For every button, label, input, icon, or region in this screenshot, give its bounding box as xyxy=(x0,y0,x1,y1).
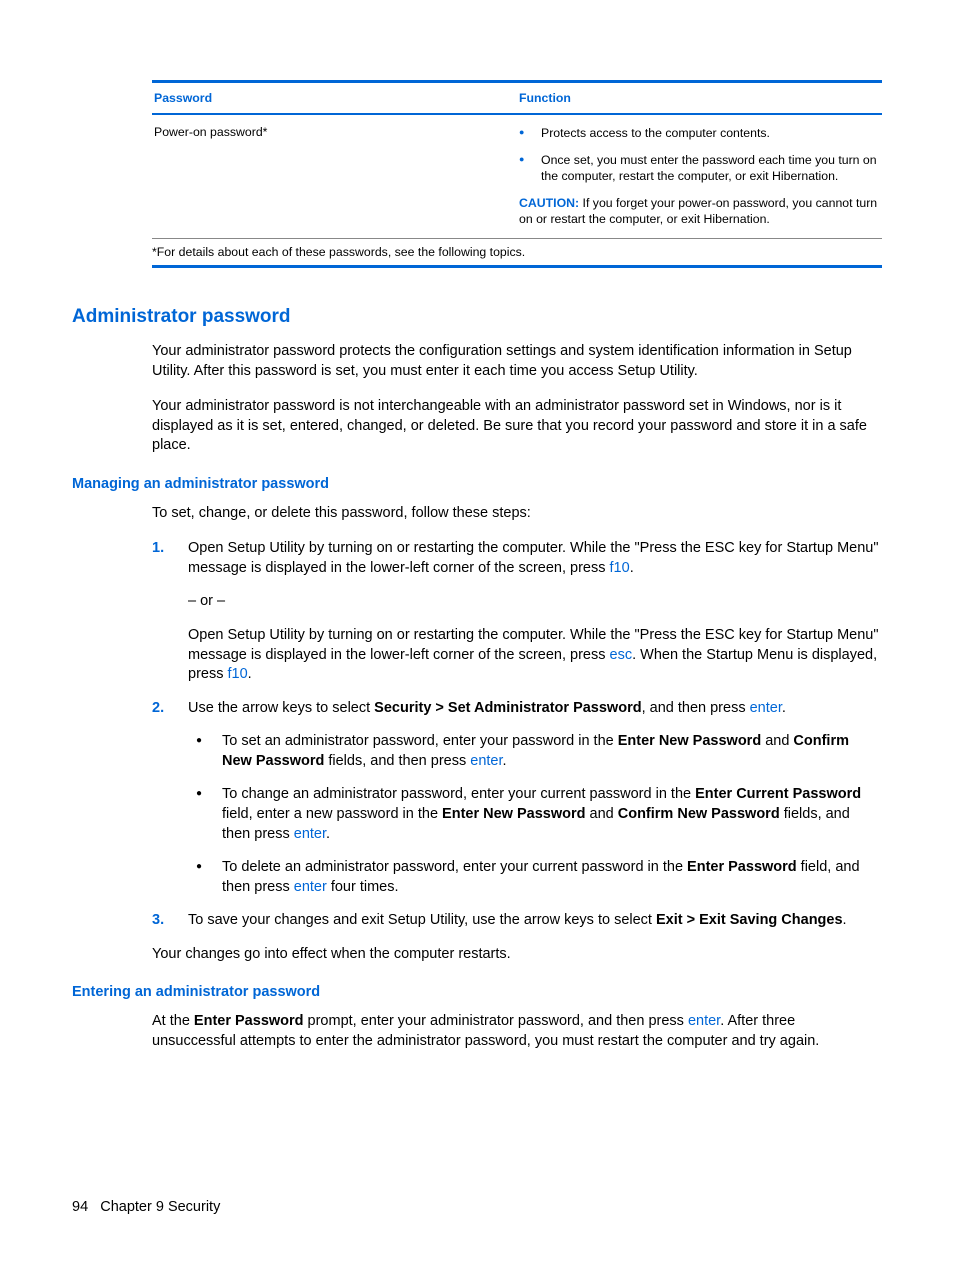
td-password-name: Power-on password* xyxy=(152,114,517,238)
menu-path: Exit > Exit Saving Changes xyxy=(656,912,843,928)
step-number: 1. xyxy=(152,539,164,559)
caution-box: CAUTION: If you forget your power-on pas… xyxy=(519,195,880,228)
step-number: 3. xyxy=(152,911,164,931)
key-enter: enter xyxy=(750,700,782,716)
td-function: Protects access to the computer contents… xyxy=(517,114,882,238)
page-footer: 94 Chapter 9 Security xyxy=(72,1199,220,1215)
subsection-heading: Managing an administrator password xyxy=(72,476,882,492)
page-number: 94 xyxy=(72,1199,88,1215)
key-f10: f10 xyxy=(228,666,248,682)
key-esc: esc xyxy=(610,647,633,663)
document-page: Password Function Power-on password* Pro… xyxy=(0,0,954,1270)
subsection-heading: Entering an administrator password xyxy=(72,984,882,1000)
key-enter: enter xyxy=(294,879,327,895)
step-text: Open Setup Utility by turning on or rest… xyxy=(188,540,879,576)
list-item: 2. Use the arrow keys to select Security… xyxy=(152,699,882,898)
step-number: 2. xyxy=(152,699,164,719)
list-item: To change an administrator password, ent… xyxy=(188,785,882,844)
table-footnote: *For details about each of these passwor… xyxy=(152,238,882,266)
caution-label: CAUTION: xyxy=(519,196,579,210)
func-bullet: Once set, you must enter the password ea… xyxy=(519,152,880,185)
key-f10: f10 xyxy=(610,560,630,576)
func-bullet: Protects access to the computer contents… xyxy=(519,125,880,142)
key-enter: enter xyxy=(470,753,502,769)
section-heading: Administrator password xyxy=(72,306,882,328)
chapter-label: Chapter 9 Security xyxy=(100,1199,220,1215)
password-table: Password Function Power-on password* Pro… xyxy=(152,80,882,268)
paragraph: Your changes go into effect when the com… xyxy=(152,945,882,965)
list-item: 1. Open Setup Utility by turning on or r… xyxy=(152,539,882,684)
paragraph: Your administrator password is not inter… xyxy=(152,397,882,456)
th-password: Password xyxy=(152,82,517,115)
key-enter: enter xyxy=(294,826,326,842)
list-item: To delete an administrator password, ent… xyxy=(188,858,882,897)
paragraph: Your administrator password protects the… xyxy=(152,342,882,381)
steps-list: 1. Open Setup Utility by turning on or r… xyxy=(152,539,882,930)
or-separator: – or – xyxy=(188,592,882,612)
paragraph: At the Enter Password prompt, enter your… xyxy=(152,1012,882,1051)
menu-path: Security > Set Administrator Password xyxy=(374,700,641,716)
list-item: To set an administrator password, enter … xyxy=(188,732,882,771)
list-item: 3. To save your changes and exit Setup U… xyxy=(152,911,882,931)
paragraph: To set, change, or delete this password,… xyxy=(152,504,882,524)
key-enter: enter xyxy=(688,1013,720,1029)
th-function: Function xyxy=(517,82,882,115)
